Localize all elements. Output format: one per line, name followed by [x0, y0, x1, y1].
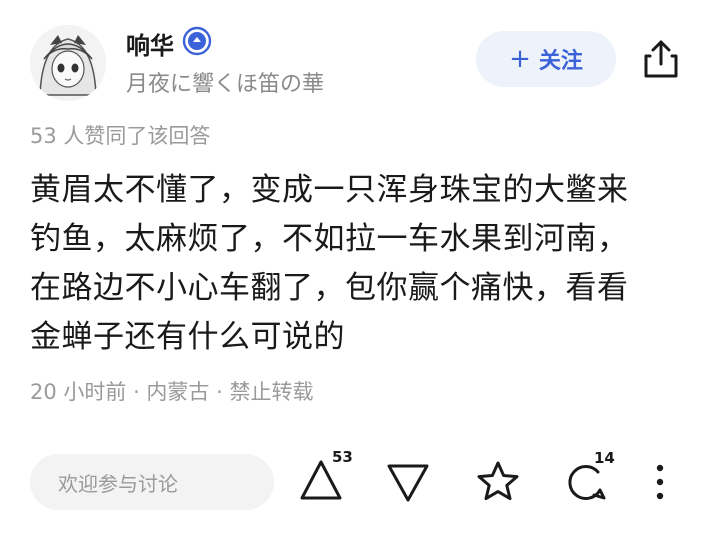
verified-badge-icon: [182, 26, 212, 56]
favorite-button[interactable]: [474, 459, 522, 505]
upvote-count: 53: [332, 448, 353, 466]
plus-icon: +: [509, 44, 531, 74]
share-icon[interactable]: [642, 38, 680, 80]
answer-meta: 20 小时前 · 内蒙古 · 禁止转载: [30, 380, 314, 404]
avatar[interactable]: [30, 25, 106, 101]
author-signature: 月夜に響くほ笛の華: [126, 72, 325, 97]
answer-body: 黄眉太不懂了，变成一只浑身珠宝的大鳖来 钓鱼，太麻烦了，不如拉一车水果到河南， …: [30, 172, 629, 355]
anime-avatar-icon: [30, 25, 106, 101]
author-name[interactable]: 响华: [126, 26, 174, 61]
comment-input[interactable]: 欢迎参与讨论: [30, 454, 274, 510]
follow-button[interactable]: + 关注: [476, 31, 616, 87]
triangle-down-icon: [387, 464, 429, 502]
more-options-button[interactable]: [652, 462, 668, 502]
likes-summary: 53 人赞同了该回答: [30, 124, 211, 148]
star-icon: [477, 461, 519, 501]
comment-count: 14: [594, 449, 615, 467]
comment-placeholder: 欢迎参与讨论: [58, 471, 178, 496]
downvote-button[interactable]: [385, 462, 431, 504]
follow-label: 关注: [538, 49, 583, 74]
more-vertical-icon: [656, 464, 664, 500]
